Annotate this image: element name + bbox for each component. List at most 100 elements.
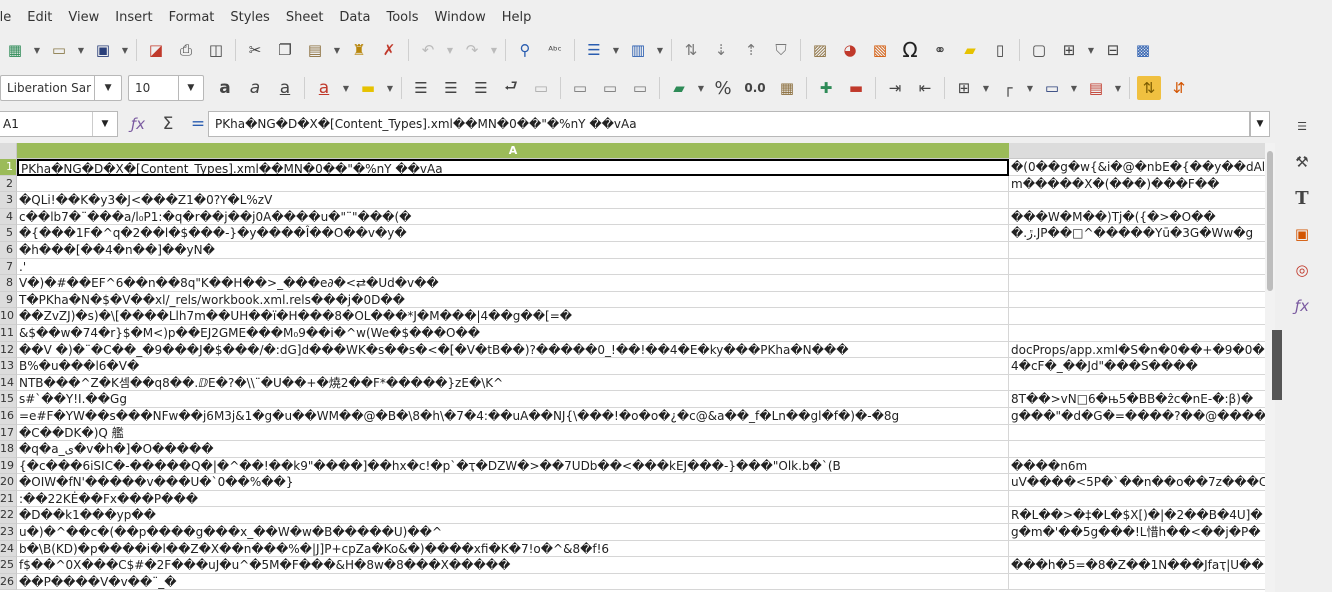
spelling-icon[interactable]: ᴬᵇᶜ [543, 38, 567, 62]
row-header[interactable]: 2 [0, 175, 17, 193]
print-icon[interactable]: ⎙ [174, 38, 198, 62]
align-center-icon[interactable]: ☰ [439, 76, 463, 100]
cell-a[interactable]: PKha�NG�D�X�[Content_Types].xml��MN�0��"… [17, 159, 1009, 176]
chevron-down-icon[interactable]: ▼ [94, 76, 121, 100]
menu-edit[interactable]: Edit [19, 10, 60, 25]
show-draw-functions-icon[interactable]: ▩ [1131, 38, 1155, 62]
cell-b[interactable]: ���W�M��)Tj�({�>�O�� [1009, 209, 1265, 226]
row-header[interactable]: 8 [0, 275, 17, 292]
increase-indent-icon[interactable]: ⇥ [883, 76, 907, 100]
row-header[interactable]: 11 [0, 324, 17, 342]
clear-formatting-icon[interactable]: ✗ [377, 38, 401, 62]
chevron-down-icon[interactable]: ▼ [610, 38, 622, 62]
align-bottom-icon[interactable]: ▭ [628, 76, 652, 100]
cell-a[interactable]: �q�a_ی�v�h�]�O����� [17, 441, 1009, 458]
export-pdf-icon[interactable]: ◪ [144, 38, 168, 62]
wrap-text-icon[interactable]: ⮐ [499, 76, 523, 100]
delete-decimal-icon[interactable]: ▬ [844, 76, 868, 100]
split-window-icon[interactable]: ⊟ [1101, 38, 1125, 62]
row-header[interactable]: 23 [0, 524, 17, 541]
italic-icon[interactable]: a [243, 76, 267, 100]
clone-formatting-icon[interactable]: ♜ [347, 38, 371, 62]
font-name-combobox[interactable]: Liberation Sar ▼ [0, 75, 122, 101]
cell-b[interactable]: docProps/app.xml�S�n�0��+�9�0� [1009, 342, 1265, 359]
row-header[interactable]: 20 [0, 474, 17, 491]
cell-b[interactable]: R�L��>�‡�L�$X[)�|�2��B�4U]� [1009, 507, 1265, 525]
align-middle-icon[interactable]: ▭ [598, 76, 622, 100]
cell-b[interactable] [1009, 375, 1265, 392]
cell-a[interactable]: �OIW�fN'�����v���U�`0��%��} [17, 474, 1009, 491]
headers-footers-icon[interactable]: ▯ [988, 38, 1012, 62]
row-header[interactable]: 25 [0, 557, 17, 574]
menu-styles[interactable]: Styles [222, 10, 277, 25]
formula-icon[interactable]: = [186, 112, 210, 136]
insert-chart-icon[interactable]: ◕ [838, 38, 862, 62]
font-size-value[interactable]: 10 [129, 81, 178, 95]
chevron-down-icon[interactable]: ▼ [1085, 38, 1097, 62]
paste-icon[interactable]: ▤ [303, 38, 327, 62]
sidebar-menu-icon[interactable]: ☰ [1290, 114, 1314, 138]
row-icon[interactable]: ☰ [582, 38, 606, 62]
hyperlink-icon[interactable]: ⚭ [928, 38, 952, 62]
row-header[interactable]: 6 [0, 241, 17, 259]
column-header-b[interactable] [1009, 143, 1265, 159]
sort-descending-icon[interactable]: ⇣ [709, 38, 733, 62]
chevron-down-icon[interactable]: ▼ [340, 76, 352, 100]
cell-b[interactable]: �(0��g�w{&i�@�nbE�{��y��dAl [1009, 159, 1265, 176]
cell-b[interactable] [1009, 574, 1265, 591]
cell-a[interactable]: ��P����V�v��¨_� [17, 573, 1009, 591]
font-color-icon[interactable]: a [312, 76, 336, 100]
align-left-icon[interactable]: ☰ [409, 76, 433, 100]
undo-icon[interactable]: ↶ [416, 38, 440, 62]
row-header[interactable]: 3 [0, 192, 17, 209]
chevron-down-icon[interactable]: ▼ [488, 38, 500, 62]
cell-a[interactable]: c��lb7�¨���a/l₀P1:�q�r��j��j0A����u�"¨"�… [17, 208, 1009, 226]
cell-b[interactable] [1009, 242, 1265, 259]
row-header[interactable]: 12 [0, 341, 17, 359]
chevron-down-icon[interactable]: ▼ [1112, 76, 1124, 100]
percent-format-icon[interactable]: % [711, 76, 735, 100]
new-document-icon[interactable]: ▦ [3, 38, 27, 62]
cell-b[interactable]: uV����<5P�`��n��o��7z���C [1009, 474, 1265, 491]
insert-image-icon[interactable]: ▨ [808, 38, 832, 62]
row-header[interactable]: 13 [0, 358, 17, 375]
sort-ascending-icon[interactable]: ⇡ [739, 38, 763, 62]
cell-b[interactable] [1009, 308, 1265, 325]
cell-a[interactable]: f$��^0X���C$#�2F���uJ�u^�5M�F���&H�8w�8�… [17, 557, 1009, 574]
comment-icon[interactable]: ▰ [958, 38, 982, 62]
row-header[interactable]: 19 [0, 457, 17, 475]
row-header[interactable]: 18 [0, 441, 17, 458]
cell-a[interactable]: {�c���6iSIC�-�����Q�|�^��!��k9"����]��hx… [17, 457, 1009, 475]
menu-file[interactable]: ile [0, 10, 19, 25]
function-wizard-icon[interactable]: ƒx [126, 112, 150, 136]
row-header[interactable]: 17 [0, 424, 17, 442]
scrollbar-thumb[interactable] [1267, 151, 1273, 291]
column-header-a[interactable]: A [17, 143, 1009, 159]
cell-a[interactable]: u�)�^��c�(��p����g���x_��W�w�B�����U)��^ [17, 524, 1009, 541]
date-format-icon[interactable]: ▦ [775, 76, 799, 100]
chevron-down-icon[interactable]: ▼ [75, 38, 87, 62]
open-folder-icon[interactable]: ▭ [47, 38, 71, 62]
font-size-combobox[interactable]: 10 ▼ [128, 75, 204, 101]
chevron-down-icon[interactable]: ▼ [1024, 76, 1036, 100]
menu-insert[interactable]: Insert [107, 10, 160, 25]
cell-a[interactable]: �QLi!��K�y3�J<���Z1�0?Y�L%zV [17, 192, 1009, 209]
menu-view[interactable]: View [60, 10, 107, 25]
cell-a[interactable]: b�\B(KD)�p����i�l��Z�X��n���%�|J]P+cpZa�… [17, 540, 1009, 558]
chevron-down-icon[interactable]: ▼ [695, 76, 707, 100]
chevron-down-icon[interactable]: ▼ [384, 76, 396, 100]
cell-a[interactable]: :��22KĖ��Fx���P��� [17, 490, 1009, 508]
copy-icon[interactable]: ❐ [273, 38, 297, 62]
pivot-table-icon[interactable]: ▧ [868, 38, 892, 62]
cell-b[interactable] [1009, 325, 1265, 342]
decrease-indent-icon[interactable]: ⇤ [913, 76, 937, 100]
add-decimal-icon[interactable]: ✚ [814, 76, 838, 100]
merge-cells-icon[interactable]: ▭ [529, 76, 553, 100]
sidebar-collapse-handle[interactable] [1272, 330, 1282, 400]
cell-b[interactable]: �.ڙ.JP��□^�����Yū�3G�Ww�g [1009, 225, 1265, 242]
find-replace-icon[interactable]: ⚲ [513, 38, 537, 62]
freeze-rows-columns-icon[interactable]: ⊞ [1057, 38, 1081, 62]
cell-b[interactable]: m�����X�(���)���F�� [1009, 176, 1265, 193]
toggle-grid-lines-icon[interactable]: ⇅ [1137, 76, 1161, 100]
highlight-color-icon[interactable]: ▬ [356, 76, 380, 100]
